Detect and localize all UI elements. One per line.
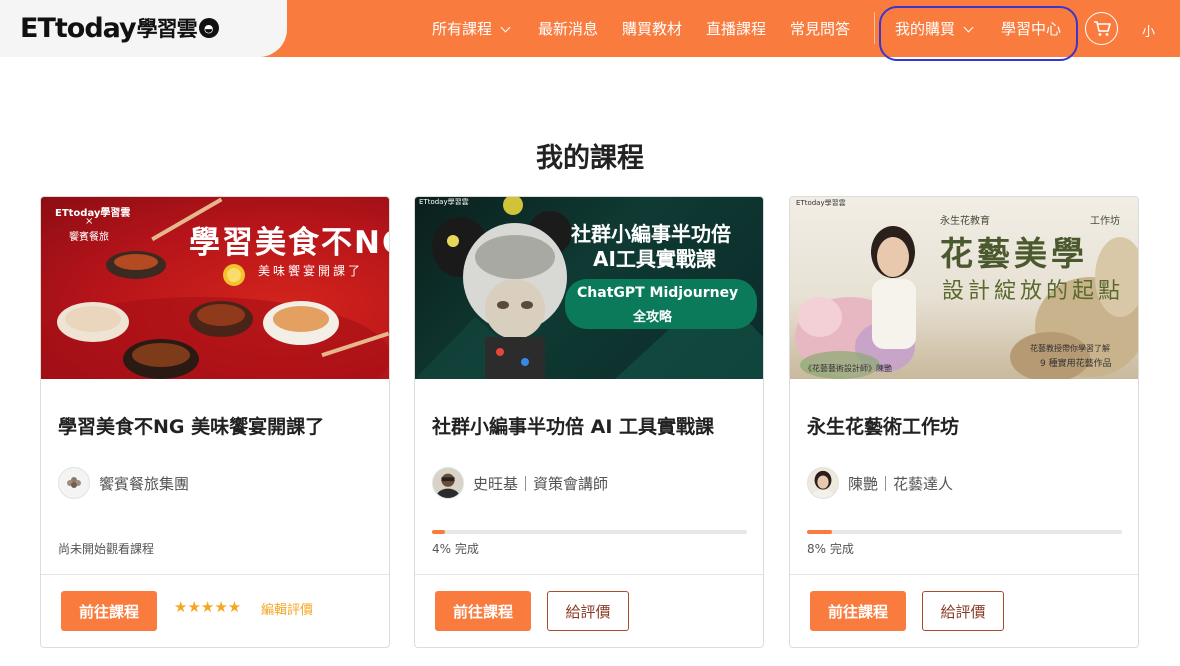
nav-live-courses-label: 直播課程 — [706, 20, 767, 38]
brand-logo-icon — [67, 477, 81, 488]
card-divider — [41, 574, 389, 575]
cart-icon — [1093, 20, 1111, 36]
nav-latest-news-label: 最新消息 — [538, 20, 599, 38]
person-avatar-icon — [811, 470, 835, 498]
course-card: ETtoday學習雲 × 饗賓餐旅 學習美食不NG 美味饗宴開課了 學習美食不N… — [40, 196, 390, 648]
give-review-button[interactable]: 給評價 — [922, 591, 1004, 631]
thumb-partner: 饗賓餐旅 — [69, 232, 109, 243]
nav-learning-center[interactable]: 學習中心 — [1001, 18, 1061, 39]
go-to-course-button[interactable]: 前往課程 — [435, 591, 531, 631]
nav-learning-center-label: 學習中心 — [1001, 20, 1062, 38]
card-divider — [790, 574, 1138, 575]
edit-review-link[interactable]: 編輯評價 — [261, 599, 313, 618]
nav-divider — [874, 12, 875, 44]
card-divider — [415, 574, 763, 575]
course-thumbnail[interactable]: ETtoday學習雲 × 饗賓餐旅 學習美食不NG 美味饗宴開課了 — [41, 197, 389, 379]
instructor-info: 陳艷｜花藝達人 — [807, 467, 953, 499]
nav-my-purchases[interactable]: 我的購買 — [895, 18, 974, 39]
avatar — [58, 467, 90, 499]
progress-status: 4% 完成 — [432, 542, 479, 556]
logo-brand-text: ETtoday — [20, 12, 137, 44]
nav-all-courses-label: 所有課程 — [432, 20, 493, 38]
go-to-course-button[interactable]: 前往課程 — [810, 591, 906, 631]
instructor-info: 饗賓餐旅集團 — [58, 467, 189, 499]
thumb-caption-2: 9 種實用花藝作品 — [1040, 359, 1112, 369]
thumb-headline-2: 設計綻放的起點 — [942, 279, 1125, 304]
avatar — [807, 467, 839, 499]
user-menu[interactable]: 小 — [1142, 21, 1155, 40]
nav-my-purchases-label: 我的購買 — [895, 20, 956, 38]
graduation-cap-icon: ◓ — [198, 18, 219, 38]
thumb-badge: ChatGPT Midjourney 全攻略 — [565, 279, 757, 329]
course-thumbnail[interactable]: ETtoday學習雲 社群小編事半功倍 AI工具實戰課 ChatGPT Midj… — [415, 197, 763, 379]
nav-all-courses[interactable]: 所有課程 — [432, 18, 511, 39]
thumb-brand: ETtoday學習雲 — [419, 198, 469, 206]
chevron-down-icon — [963, 22, 974, 33]
course-title[interactable]: 社群小編事半功倍 AI 工具實戰課 — [432, 412, 752, 439]
thumb-caption: 花藝教授帶你學習了解 — [1030, 344, 1110, 353]
go-to-course-button[interactable]: 前往課程 — [61, 591, 157, 631]
rating-stars: ★★★★★ — [174, 598, 242, 616]
instructor-name: 史旺基｜資策會講師 — [473, 474, 609, 493]
logo-sub-text: 學習雲 — [136, 17, 198, 41]
give-review-button[interactable]: 給評價 — [547, 591, 629, 631]
instructor-info: 史旺基｜資策會講師 — [432, 467, 608, 499]
thumb-brand: ETtoday學習雲 — [796, 199, 846, 207]
thumb-teacher: 《花藝藝術設計師》陳艷 — [804, 364, 892, 373]
course-title[interactable]: 學習美食不NG 美味饗宴開課了 — [58, 412, 378, 439]
progress-status: 8% 完成 — [807, 542, 854, 556]
thumb-headline: 學習美食不NG — [189, 225, 389, 261]
person-avatar-icon — [436, 473, 460, 498]
nav-faq-label: 常見問答 — [790, 20, 851, 38]
progress-status: 尚未開始觀看課程 — [58, 542, 155, 556]
chevron-down-icon — [500, 22, 511, 33]
nav-faq[interactable]: 常見問答 — [790, 18, 850, 39]
instructor-name: 饗賓餐旅集團 — [99, 474, 190, 493]
cart-button[interactable] — [1085, 12, 1118, 45]
thumb-headline: 花藝美學 — [940, 234, 1088, 273]
course-thumbnail[interactable]: ETtoday學習雲 永生花教育 工作坊 花藝美學 設計綻放的起點 花藝教授帶你… — [790, 197, 1138, 379]
nav-buy-materials-label: 購買教材 — [622, 20, 683, 38]
top-navbar: ETtoday 學習雲 ◓ 所有課程 最新消息 購買教材 直播課程 常見問答 我… — [0, 0, 1180, 61]
site-logo[interactable]: ETtoday 學習雲 ◓ — [20, 10, 219, 46]
logo-area: ETtoday 學習雲 ◓ — [0, 0, 287, 57]
course-card: ETtoday學習雲 永生花教育 工作坊 花藝美學 設計綻放的起點 花藝教授帶你… — [789, 196, 1139, 648]
progress-bar-fill — [432, 530, 445, 534]
page-title: 我的課程 — [536, 143, 644, 174]
thumb-headline-2: AI工具實戰課 — [593, 247, 716, 271]
course-card: ETtoday學習雲 社群小編事半功倍 AI工具實戰課 ChatGPT Midj… — [414, 196, 764, 648]
nav-buy-materials[interactable]: 購買教材 — [622, 18, 682, 39]
thumb-subline: 美味饗宴開課了 — [258, 264, 364, 278]
instructor-name: 陳艷｜花藝達人 — [848, 474, 954, 493]
progress-bar-fill — [807, 530, 833, 534]
thumb-label-right: 工作坊 — [1090, 216, 1120, 227]
thumb-label-left: 永生花教育 — [940, 216, 990, 227]
progress-bar — [432, 530, 747, 534]
course-title[interactable]: 永生花藝術工作坊 — [807, 412, 1127, 439]
thumb-cross: × — [85, 216, 94, 227]
thumb-badge-line2: 全攻略 — [633, 310, 673, 325]
nav-latest-news[interactable]: 最新消息 — [538, 18, 598, 39]
avatar — [432, 467, 464, 499]
progress-bar — [807, 530, 1122, 534]
thumb-badge-line1: ChatGPT Midjourney — [577, 285, 739, 301]
nav-live-courses[interactable]: 直播課程 — [706, 18, 766, 39]
